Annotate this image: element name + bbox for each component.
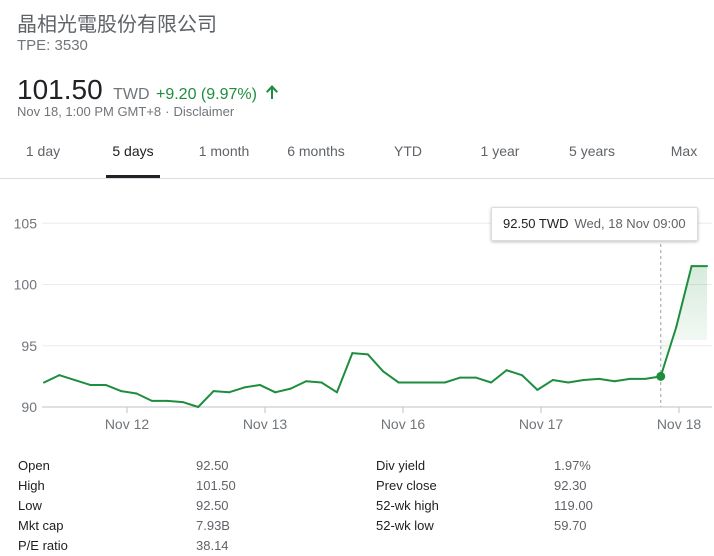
price-line-segment <box>228 386 246 394</box>
company-name: 晶相光電股份有限公司 <box>17 12 217 36</box>
price-line-segment <box>551 379 570 384</box>
stat-label: Mkt cap <box>18 518 64 533</box>
tab-1-year[interactable]: 1 year <box>470 136 530 178</box>
stat-value: 1.97% <box>554 458 591 473</box>
price-line-segment <box>335 352 354 394</box>
ticker-symbol: TPE: 3530 <box>17 37 88 54</box>
stat-row: High 101.50 <box>18 476 278 496</box>
price-line-segment <box>474 376 493 384</box>
stat-row: P/E ratio 38.14 <box>18 536 278 556</box>
price-line-segment <box>490 369 508 384</box>
price-line-segment <box>120 390 138 395</box>
stats-left: Open 92.50 High 101.50 Low 92.50 Mkt cap 7.9… <box>18 456 278 556</box>
stat-row: 52-wk low 59.70 <box>376 516 676 536</box>
meta-separator: · <box>165 104 170 119</box>
price-line-segment <box>520 374 539 391</box>
price-line-segment <box>43 374 61 384</box>
price-line-segment <box>289 380 308 390</box>
price-line-segment <box>73 379 92 386</box>
stat-value: 7.93B <box>196 518 230 533</box>
stat-label: Prev close <box>376 478 437 493</box>
tab-5-days[interactable]: 5 days <box>106 136 160 178</box>
stat-label: Div yield <box>376 458 426 473</box>
stat-value: 92.50 <box>196 498 229 513</box>
stat-value: 119.00 <box>554 498 593 513</box>
stat-value: 38.14 <box>196 538 229 553</box>
price-line-segment <box>505 369 523 377</box>
tooltip-price: 92.50 TWD <box>503 216 569 231</box>
range-tabs: 1 day 5 days 1 month 6 months YTD 1 year… <box>0 136 714 178</box>
quote-timestamp: Nov 18, 1:00 PM GMT+8 <box>17 104 162 119</box>
stat-value: 59.70 <box>554 518 587 533</box>
highlight-point <box>656 371 666 381</box>
stat-row: Low 92.50 <box>18 496 278 516</box>
x-tick-label: Nov 18 <box>657 416 702 432</box>
price-change: +9.20 (9.97%) <box>155 86 257 103</box>
price-line-segment <box>58 374 76 382</box>
disclaimer-link[interactable]: Disclaimer <box>174 104 235 119</box>
price-line-segment <box>598 377 616 383</box>
chart-tooltip: 92.50 TWD Wed, 18 Nov 09:00 <box>491 207 698 241</box>
x-tick-label: Nov 12 <box>105 416 150 432</box>
tooltip-date: Wed, 18 Nov 09:00 <box>574 216 686 231</box>
chart-area-fill <box>660 266 707 377</box>
price-line-segment <box>212 390 231 394</box>
y-tick-label: 95 <box>21 338 37 354</box>
stat-row: Mkt cap 7.93B <box>18 516 278 536</box>
price-line-segment <box>382 370 400 384</box>
tab-6-months[interactable]: 6 months <box>276 136 356 178</box>
stat-row: Prev close 92.30 <box>376 476 676 496</box>
price-line-segment <box>104 383 123 393</box>
x-tick-label: Nov 17 <box>519 416 564 432</box>
price-line-segment <box>166 399 184 404</box>
tab-1-day[interactable]: 1 day <box>15 136 71 178</box>
price-line-segment <box>582 377 601 382</box>
stat-value: 92.50 <box>196 458 229 473</box>
price-line-segment <box>274 387 292 394</box>
x-tick-label: Nov 13 <box>243 416 288 432</box>
y-tick-label: 90 <box>21 399 37 415</box>
price-line-segment <box>613 377 631 383</box>
price-line-segment <box>366 353 385 373</box>
price-line-segment <box>197 390 215 408</box>
stat-label: 52-wk low <box>376 518 434 533</box>
stats-right: Div yield 1.97% Prev close 92.30 52-wk hig… <box>376 456 676 536</box>
stat-label: Low <box>18 498 42 513</box>
price-line-segment <box>135 392 153 402</box>
stat-row: Open 92.50 <box>18 456 278 476</box>
stat-row: Div yield 1.97% <box>376 456 676 476</box>
arrow-up-icon <box>266 85 279 99</box>
stat-label: Open <box>18 458 50 473</box>
currency-code: TWD <box>113 86 150 103</box>
tab-max[interactable]: Max <box>660 136 708 178</box>
price-line-segment <box>305 380 323 384</box>
price-line-segment <box>258 383 277 394</box>
price-line-segment <box>567 379 585 384</box>
stat-row: 52-wk high 119.00 <box>376 496 676 516</box>
stat-label: High <box>18 478 45 493</box>
stat-value: 92.30 <box>554 478 587 493</box>
price-line-segment <box>351 352 369 356</box>
quote-meta: Nov 18, 1:00 PM GMT+8 · Disclaimer <box>17 104 234 119</box>
price-line-segment <box>443 376 462 384</box>
price-line-segment <box>181 401 200 408</box>
price-line-segment <box>320 381 338 394</box>
stat-value: 101.50 <box>196 478 236 493</box>
stat-label: 52-wk high <box>376 498 439 513</box>
tabs-divider <box>0 178 714 179</box>
y-tick-label: 105 <box>14 215 38 231</box>
stat-label: P/E ratio <box>18 538 68 553</box>
x-tick-label: Nov 16 <box>381 416 426 432</box>
tab-1-month[interactable]: 1 month <box>190 136 258 178</box>
price-row: 101.50 TWD +9.20 (9.97%) <box>17 74 279 106</box>
y-tick-label: 100 <box>14 277 38 293</box>
current-price: 101.50 <box>17 74 103 105</box>
price-line-segment <box>243 383 261 389</box>
tab-5-years[interactable]: 5 years <box>558 136 626 178</box>
tab-ytd[interactable]: YTD <box>385 136 431 178</box>
price-line-segment <box>536 379 554 391</box>
